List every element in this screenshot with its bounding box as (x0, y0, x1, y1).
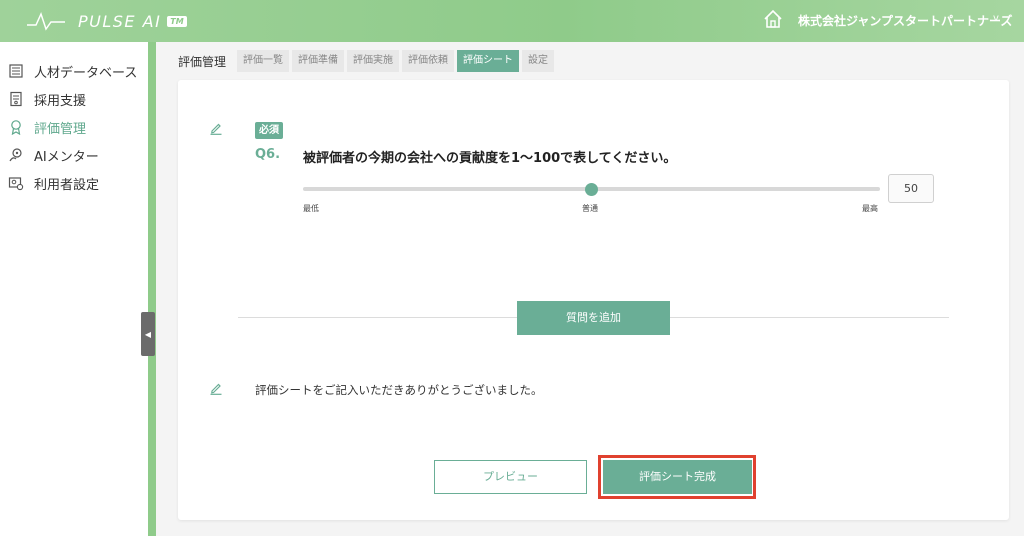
sidebar-item-ai-mentor[interactable]: AIメンター (8, 145, 99, 165)
edit-pencil-icon[interactable] (209, 381, 223, 395)
sidebar-item-label: 利用者設定 (34, 177, 100, 193)
sidebar-item-user-settings[interactable]: 利用者設定 (8, 173, 99, 193)
tab-settings[interactable]: 設定 (522, 50, 554, 72)
slider-min-label: 最低 (303, 204, 319, 213)
add-question-button[interactable]: 質問を追加 (517, 301, 670, 335)
preview-button[interactable]: プレビュー (434, 460, 587, 494)
pulse-wave-icon (27, 11, 65, 31)
award-icon (11, 120, 21, 135)
edit-pencil-icon[interactable] (209, 121, 223, 135)
logo-text: PULSE AI (78, 11, 162, 31)
tab-evaluation-request[interactable]: 評価依頼 (402, 50, 454, 72)
tab-bar: 評価一覧 評価準備 評価実施 評価依頼 評価シート 設定 (237, 50, 557, 72)
closing-message: 評価シートをご記入いただきありがとうございました。 (255, 383, 543, 397)
sidebar-item-label: 採用支援 (34, 93, 87, 109)
required-badge: 必須 (255, 122, 283, 139)
slider-value-input[interactable]: 50 (888, 174, 934, 203)
home-icon[interactable] (762, 8, 784, 30)
tab-evaluation-run[interactable]: 評価実施 (347, 50, 399, 72)
question-number: Q6. (255, 147, 281, 162)
sidebar-item-talent-database[interactable]: 人材データベース (8, 61, 137, 81)
company-selector[interactable]: 株式会社ジャンプスタートパートナーズ (798, 12, 1012, 29)
sidebar-edge-strip (148, 42, 156, 536)
mentor-icon (9, 148, 22, 162)
sidebar-collapse-handle[interactable]: ◀ (141, 312, 155, 356)
tab-evaluation-list[interactable]: 評価一覧 (237, 50, 289, 72)
chevron-down-icon[interactable]: v (993, 13, 999, 24)
database-icon (9, 64, 23, 78)
question-text: 被評価者の今期の会社への貢献度を1〜100で表してください。 (303, 151, 677, 166)
pulse-ai-logo[interactable]: PULSE AI TM (26, 9, 187, 33)
top-header: PULSE AI TM 株式会社ジャンプスタートパートナーズ v (0, 0, 1024, 42)
tab-evaluation-prep[interactable]: 評価準備 (292, 50, 344, 72)
user-settings-icon (8, 177, 24, 191)
sidebar-item-evaluation[interactable]: 評価管理 (8, 117, 86, 137)
slider-mid-label: 普通 (582, 204, 598, 213)
complete-sheet-button[interactable]: 評価シート完成 (603, 460, 752, 494)
sidebar-item-label: 評価管理 (34, 121, 87, 137)
contribution-slider-thumb[interactable] (585, 183, 598, 196)
sidebar-item-recruiting[interactable]: 採用支援 (8, 89, 86, 109)
sidebar-item-label: 人材データベース (34, 65, 138, 81)
evaluation-sheet-card (178, 80, 1009, 520)
tab-evaluation-sheet[interactable]: 評価シート (457, 50, 519, 72)
logo-tm-badge: TM (167, 15, 187, 27)
sidebar-item-label: AIメンター (34, 149, 99, 165)
slider-max-label: 最高 (862, 204, 878, 213)
page-title: 評価管理 (178, 55, 227, 69)
document-icon (10, 91, 22, 107)
